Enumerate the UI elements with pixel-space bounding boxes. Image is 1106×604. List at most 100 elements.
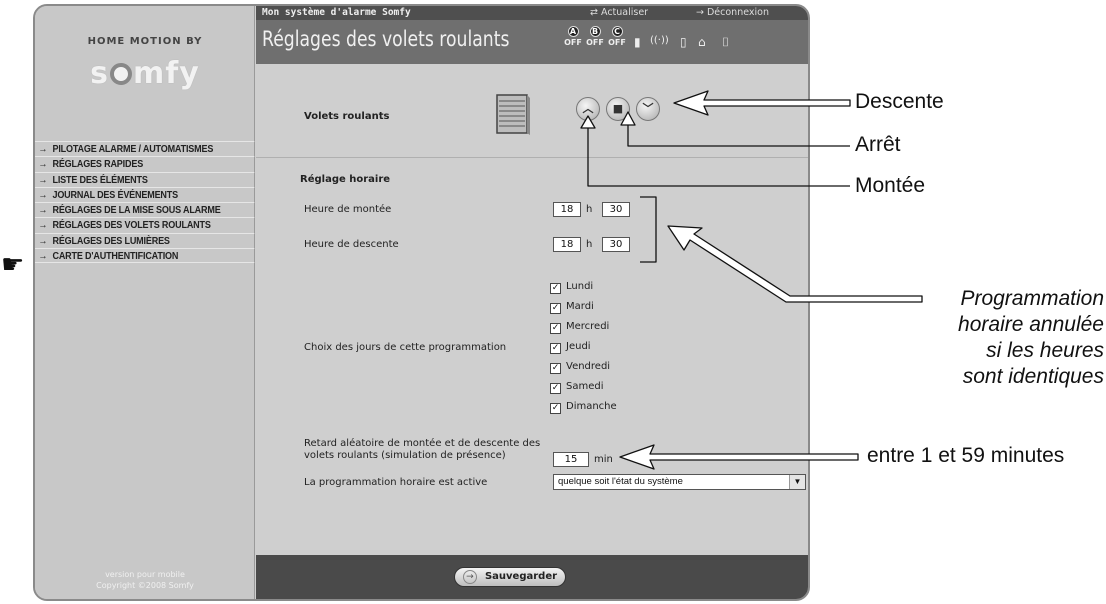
door-icon: ▯ <box>680 35 687 49</box>
version-text: version pour mobile <box>105 570 185 579</box>
sidebar-item-liste-elements[interactable]: → LISTE DES ÉLÉMENTS <box>35 171 255 187</box>
down-hour-field[interactable]: 18 <box>553 237 581 252</box>
up-minute-field[interactable]: 30 <box>602 202 630 217</box>
arrow-right-icon: → <box>38 188 48 201</box>
annotation-programmation: Programmation horaire annulée si les heu… <box>958 286 1104 390</box>
save-label: Sauvegarder <box>484 571 558 582</box>
annotation-line: Programmation <box>960 287 1104 310</box>
sidebar-footer: version pour mobile Copyright ©2008 Somf… <box>35 569 255 591</box>
day-checkbox-wednesday[interactable]: ✓ Mercredi <box>550 321 609 334</box>
schedule-section-title: Réglage horaire <box>300 174 391 185</box>
sidebar-item-label: JOURNAL DES ÉVÉNEMENTS <box>52 188 178 201</box>
sidebar-item-label: RÉGLAGES DES LUMIÈRES <box>52 234 170 247</box>
refresh-link[interactable]: ⇄ Actualiser <box>590 7 648 18</box>
sidebar-item-pilotage[interactable]: → PILOTAGE ALARME / AUTOMATISMES <box>35 141 255 156</box>
radio-signal-icon: ((·)) <box>650 35 669 46</box>
sidebar-item-mise-sous-alarme[interactable]: → RÉGLAGES DE LA MISE SOUS ALARME <box>35 202 255 217</box>
zone-a-state: OFF <box>564 38 582 47</box>
zone-c-icon: C <box>611 26 623 37</box>
app-window: HOME MOTION BY s mfy → PILOTAGE ALARME / A… <box>33 4 810 601</box>
pointing-hand-icon: ☛ <box>1 250 25 280</box>
chevron-down-icon: ▼ <box>789 475 805 489</box>
up-hour-unit: h <box>586 204 593 215</box>
battery-icon: ▮ <box>634 35 641 49</box>
system-title: Mon système d'alarme Somfy <box>262 7 411 18</box>
window-icon: ⌷ <box>722 35 730 49</box>
shutter-up-button[interactable]: ︿ <box>576 97 600 121</box>
top-bar: Mon système d'alarme Somfy ⇄ Actualiser … <box>256 6 808 20</box>
shutter-down-button[interactable]: ﹀ <box>636 97 660 121</box>
random-delay-field[interactable]: 15 <box>553 452 589 467</box>
refresh-icon: ⇄ <box>590 7 601 18</box>
sidebar-item-volets-roulants[interactable]: → RÉGLAGES DES VOLETS ROULANTS <box>35 217 255 232</box>
up-hour-field[interactable]: 18 <box>553 202 581 217</box>
sidebar-item-label: PILOTAGE ALARME / AUTOMATISMES <box>52 143 214 155</box>
sidebar-item-label: RÉGLAGES RAPIDES <box>52 158 144 171</box>
day-checkbox-sunday[interactable]: ✓ Dimanche <box>550 401 617 414</box>
house-icon: ⌂ <box>698 35 706 49</box>
sidebar-item-lumieres[interactable]: → RÉGLAGES DES LUMIÈRES <box>35 232 255 248</box>
up-time-label: Heure de montée <box>304 204 392 215</box>
arrow-right-icon: → <box>38 234 48 247</box>
day-checkbox-monday[interactable]: ✓ Lundi <box>550 281 593 294</box>
logout-link[interactable]: → Déconnexion <box>696 7 769 18</box>
zone-c-status: C OFF <box>608 26 626 47</box>
schedule-active-select[interactable]: quelque soit l'état du système ▼ <box>553 474 806 490</box>
day-label: Lundi <box>566 281 594 292</box>
sidebar-item-label: RÉGLAGES DE LA MISE SOUS ALARME <box>52 204 221 217</box>
checkbox-checked-icon: ✓ <box>550 303 561 314</box>
down-hour-unit: h <box>586 239 593 250</box>
save-button[interactable]: → Sauvegarder <box>454 567 566 587</box>
sidebar-item-label: RÉGLAGES DES VOLETS ROULANTS <box>52 219 211 232</box>
annotation-minutes: entre 1 et 59 minutes <box>867 444 1065 467</box>
down-minute-field[interactable]: 30 <box>602 237 630 252</box>
day-label: Vendredi <box>566 361 611 372</box>
checkbox-checked-icon: ✓ <box>550 383 561 394</box>
annotation-descente: Descente <box>855 90 944 113</box>
day-label: Mardi <box>566 301 594 312</box>
zone-c-state: OFF <box>608 38 626 47</box>
day-label: Jeudi <box>566 341 591 352</box>
day-checkbox-tuesday[interactable]: ✓ Mardi <box>550 301 594 314</box>
arrow-right-icon: → <box>462 570 477 584</box>
section-divider <box>256 157 808 158</box>
down-time-label: Heure de descente <box>304 239 399 250</box>
zone-b-state: OFF <box>586 38 604 47</box>
sidebar: HOME MOTION BY s mfy → PILOTAGE ALARME / A… <box>35 6 255 599</box>
arrow-right-icon: → <box>38 219 48 232</box>
day-label: Mercredi <box>566 321 610 332</box>
random-delay-unit: min <box>594 454 613 465</box>
page-title: Réglages des volets roulants <box>262 27 510 51</box>
arrow-right-icon: → <box>696 7 707 18</box>
arrow-right-icon: → <box>38 250 48 263</box>
zone-a-status: A OFF <box>564 26 582 47</box>
refresh-label: Actualiser <box>600 7 649 18</box>
day-checkbox-saturday[interactable]: ✓ Samedi <box>550 381 604 394</box>
day-checkbox-thursday[interactable]: ✓ Jeudi <box>550 341 591 354</box>
zone-b-status: B OFF <box>586 26 604 47</box>
sidebar-item-journal[interactable]: → JOURNAL DES ÉVÉNEMENTS <box>35 186 255 202</box>
annotation-line: si les heures <box>986 339 1104 362</box>
logout-label: Déconnexion <box>706 7 769 18</box>
somfy-logo: s mfy <box>90 56 200 91</box>
sidebar-item-label: LISTE DES ÉLÉMENTS <box>52 173 148 186</box>
arrow-right-icon: → <box>38 204 48 217</box>
sidebar-item-reglages-rapides[interactable]: → RÉGLAGES RAPIDES <box>35 156 255 171</box>
day-label: Dimanche <box>566 401 617 412</box>
checkbox-checked-icon: ✓ <box>550 283 561 294</box>
title-bar: Réglages des volets roulants A OFF B OFF C… <box>256 20 808 64</box>
days-label: Choix des jours de cette programmation <box>304 342 507 353</box>
arrow-right-icon: → <box>38 143 48 155</box>
sidebar-nav: → PILOTAGE ALARME / AUTOMATISMES → RÉGLAGE… <box>35 141 255 264</box>
logo-dot-icon <box>109 63 132 85</box>
shutter-icon <box>496 94 530 135</box>
checkbox-checked-icon: ✓ <box>550 323 561 334</box>
sidebar-item-carte-auth[interactable]: → CARTE D'AUTHENTIFICATION <box>35 248 255 264</box>
shutter-stop-button[interactable]: ■ <box>606 97 630 121</box>
day-checkbox-friday[interactable]: ✓ Vendredi <box>550 361 610 374</box>
footer-bar: → Sauvegarder <box>256 555 808 599</box>
zone-b-icon: B <box>589 26 601 37</box>
annotation-line: sont identiques <box>962 365 1104 388</box>
arrow-right-icon: → <box>38 173 48 186</box>
main-content: Volets roulants ︿ ■ ﹀ Réglage horaire He… <box>256 64 808 555</box>
